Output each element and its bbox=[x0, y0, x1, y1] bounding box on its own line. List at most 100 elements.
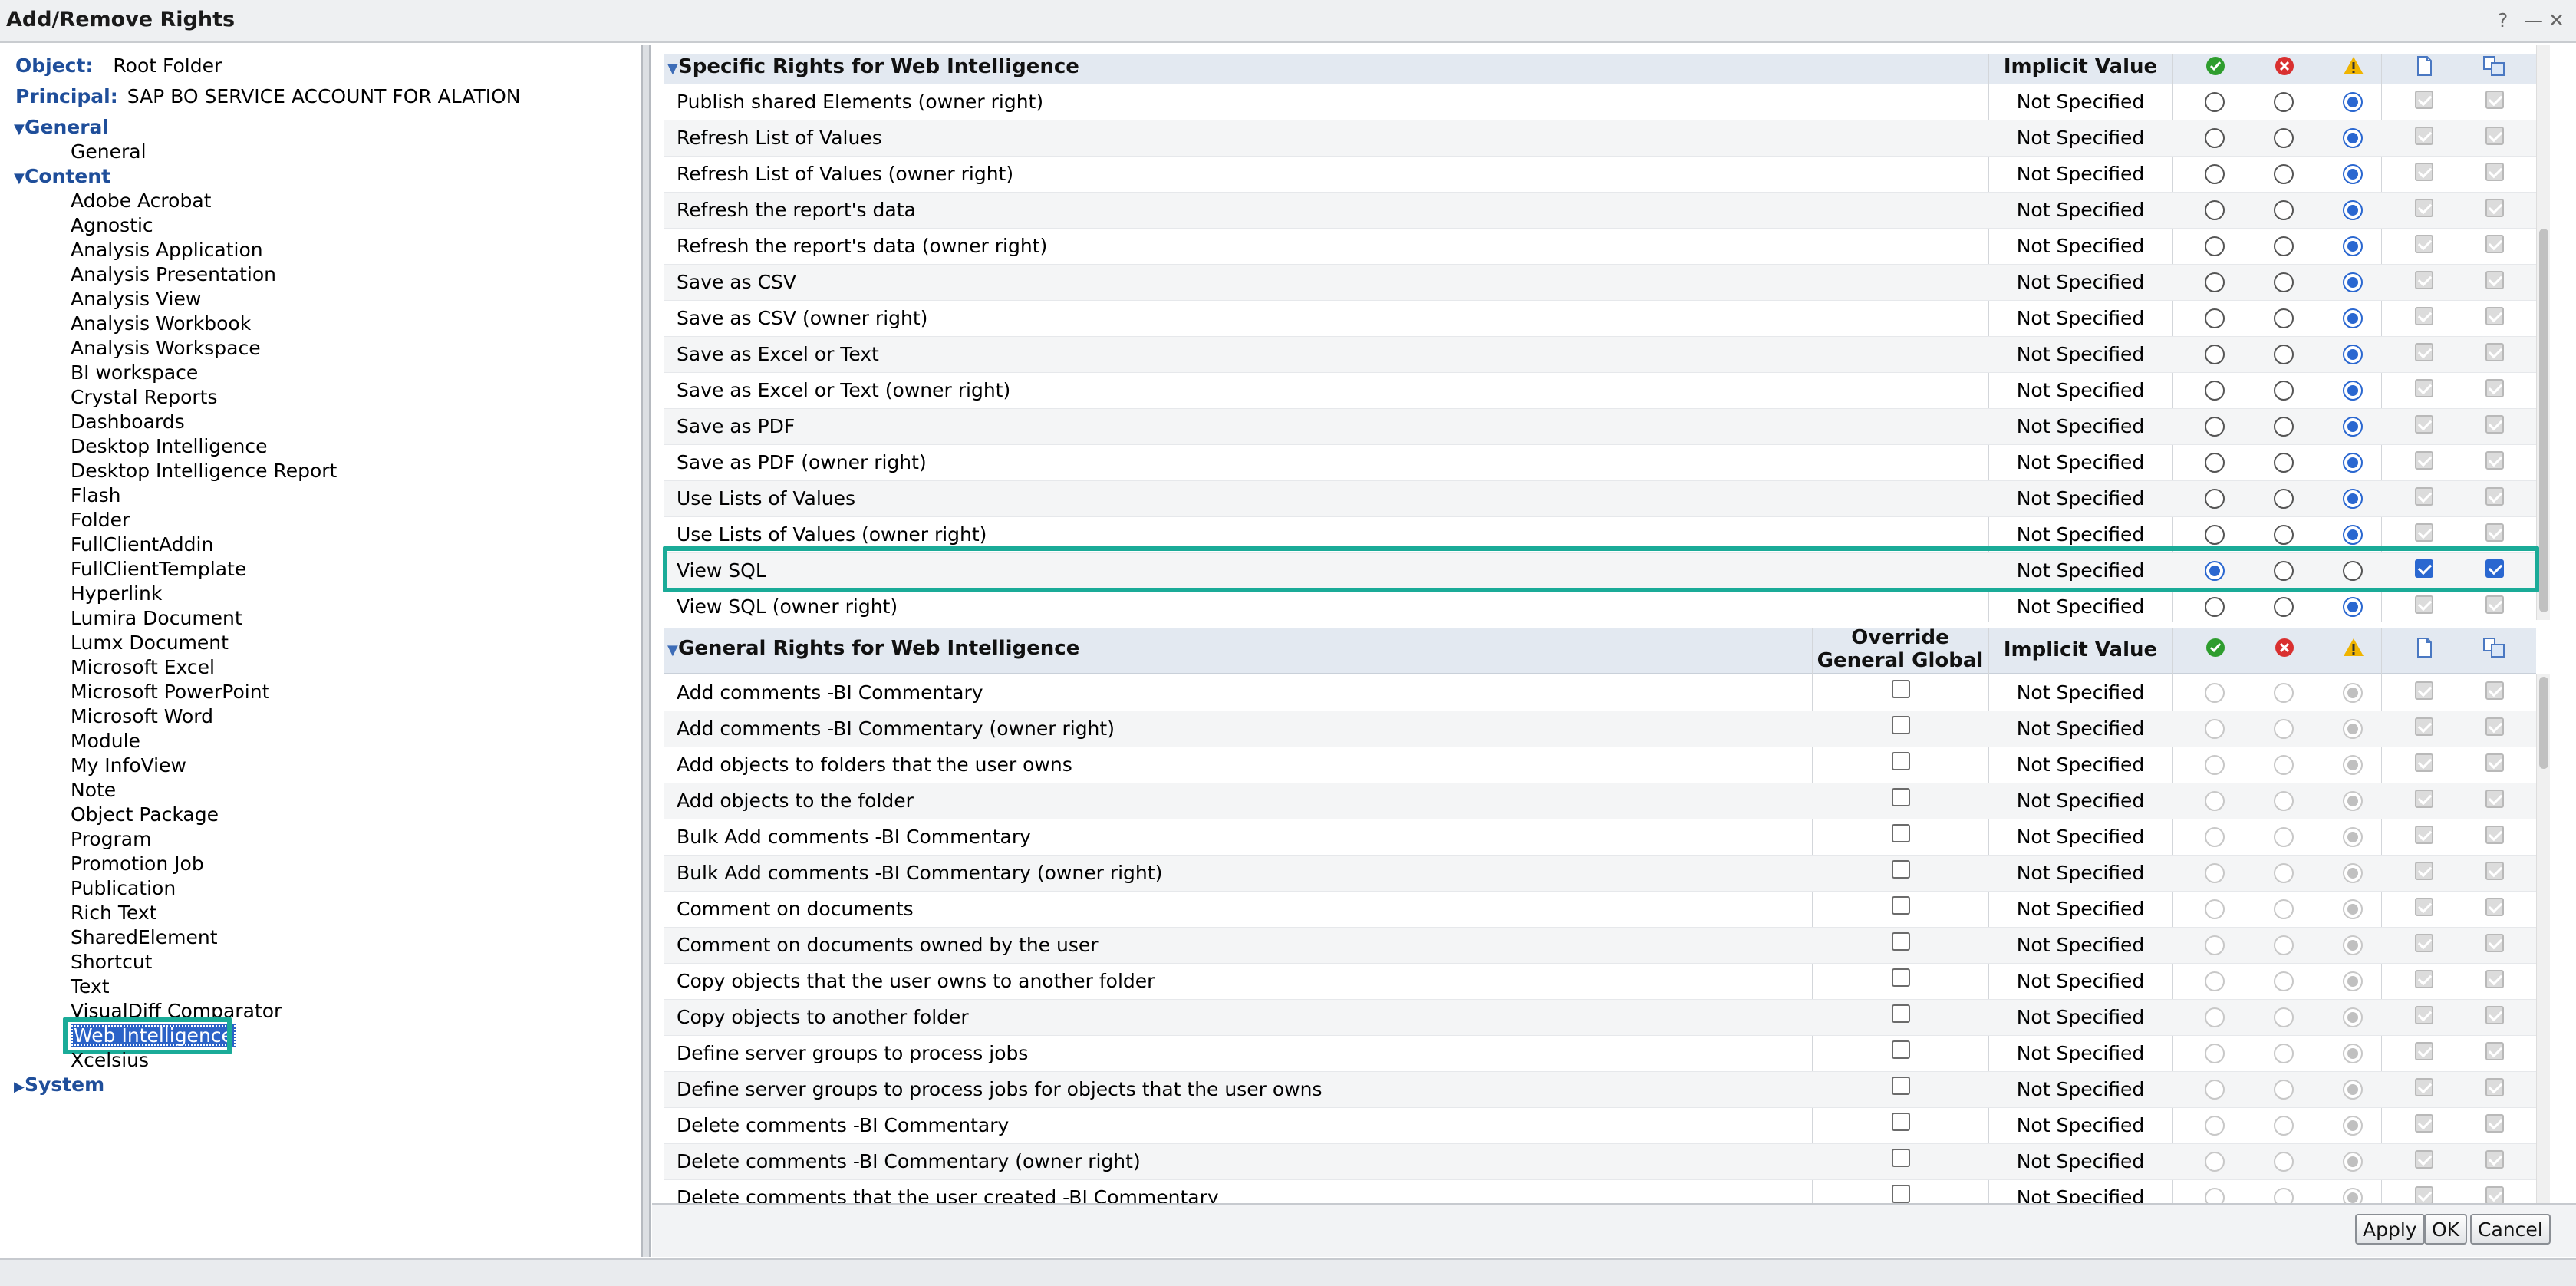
not-specified-radio[interactable] bbox=[2343, 345, 2363, 364]
granted-radio[interactable] bbox=[2205, 381, 2225, 401]
tree-item[interactable]: Xcelsius bbox=[71, 1048, 149, 1073]
tree-item[interactable]: Dashboards bbox=[71, 410, 185, 434]
override-general-checkbox[interactable] bbox=[1892, 680, 1910, 698]
pane-splitter[interactable] bbox=[641, 45, 651, 1257]
denied-radio[interactable] bbox=[2274, 489, 2294, 509]
granted-radio[interactable] bbox=[2205, 489, 2225, 509]
not-specified-radio[interactable] bbox=[2343, 417, 2363, 437]
granted-radio[interactable] bbox=[2205, 417, 2225, 437]
cancel-button[interactable]: Cancel bbox=[2470, 1214, 2551, 1245]
not-specified-radio[interactable] bbox=[2343, 489, 2363, 509]
override-general-checkbox[interactable] bbox=[1892, 824, 1910, 842]
denied-radio[interactable] bbox=[2274, 272, 2294, 292]
tree-item[interactable]: SharedElement bbox=[71, 925, 218, 950]
tree-node-system[interactable]: ▶System bbox=[14, 1073, 104, 1100]
tree-node-content[interactable]: ▼Content bbox=[14, 164, 110, 191]
tree-item[interactable]: Lumira Document bbox=[71, 606, 242, 631]
tree-item[interactable]: Analysis View bbox=[71, 287, 201, 312]
tree-item[interactable]: My InfoView bbox=[71, 753, 186, 778]
tree-item[interactable]: Crystal Reports bbox=[71, 385, 217, 410]
minimize-icon[interactable]: — bbox=[2524, 9, 2543, 31]
denied-radio[interactable] bbox=[2274, 164, 2294, 184]
not-specified-radio[interactable] bbox=[2343, 236, 2363, 256]
denied-radio[interactable] bbox=[2274, 597, 2294, 617]
tree-item[interactable]: BI workspace bbox=[71, 361, 198, 385]
override-general-checkbox[interactable] bbox=[1892, 1113, 1910, 1131]
tree-item[interactable]: Desktop Intelligence bbox=[71, 434, 268, 459]
tree-item[interactable]: Object Package bbox=[71, 803, 219, 827]
denied-radio[interactable] bbox=[2274, 200, 2294, 220]
tree-item[interactable]: FullClientTemplate bbox=[71, 557, 246, 582]
not-specified-radio[interactable] bbox=[2343, 200, 2363, 220]
tree-item[interactable]: Publication bbox=[71, 876, 176, 901]
tree-item[interactable]: Flash bbox=[71, 483, 121, 508]
tree-item[interactable]: Program bbox=[71, 827, 151, 852]
override-general-checkbox[interactable] bbox=[1892, 1185, 1910, 1203]
granted-radio[interactable] bbox=[2205, 597, 2225, 617]
override-general-checkbox[interactable] bbox=[1892, 896, 1910, 915]
not-specified-radio[interactable] bbox=[2343, 308, 2363, 328]
granted-radio[interactable] bbox=[2205, 200, 2225, 220]
granted-radio[interactable] bbox=[2205, 272, 2225, 292]
not-specified-radio[interactable] bbox=[2343, 597, 2363, 617]
tree-item[interactable]: Adobe Acrobat bbox=[71, 189, 211, 213]
denied-radio[interactable] bbox=[2274, 417, 2294, 437]
granted-radio[interactable] bbox=[2205, 308, 2225, 328]
tree-item[interactable]: Module bbox=[71, 729, 140, 753]
tree-item[interactable]: Hyperlink bbox=[71, 582, 162, 606]
tree-item[interactable]: Rich Text bbox=[71, 901, 156, 925]
override-general-checkbox[interactable] bbox=[1892, 716, 1910, 734]
not-specified-radio[interactable] bbox=[2343, 272, 2363, 292]
tree-item[interactable]: Microsoft PowerPoint bbox=[71, 680, 269, 704]
not-specified-radio[interactable] bbox=[2343, 525, 2363, 545]
tree-item[interactable]: Folder bbox=[71, 508, 130, 533]
override-general-checkbox[interactable] bbox=[1892, 968, 1910, 987]
not-specified-radio[interactable] bbox=[2343, 164, 2363, 184]
general-rights-header[interactable]: ▼General Rights for Web Intelligence bbox=[664, 628, 2536, 674]
override-general-checkbox[interactable] bbox=[1892, 1004, 1910, 1023]
apply-button[interactable]: Apply bbox=[2355, 1214, 2425, 1245]
tree-item[interactable]: Analysis Application bbox=[71, 238, 263, 262]
not-specified-radio[interactable] bbox=[2343, 453, 2363, 473]
granted-radio[interactable] bbox=[2205, 236, 2225, 256]
tree-item[interactable]: Promotion Job bbox=[71, 852, 204, 876]
tree-item[interactable]: Lumx Document bbox=[71, 631, 229, 655]
collapse-arrow-icon[interactable]: ▼ bbox=[667, 61, 678, 77]
not-specified-radio[interactable] bbox=[2343, 128, 2363, 148]
granted-radio[interactable] bbox=[2205, 345, 2225, 364]
expand-arrow-icon[interactable]: ▼ bbox=[14, 117, 25, 142]
denied-radio[interactable] bbox=[2274, 345, 2294, 364]
tree-item[interactable]: Text bbox=[71, 974, 110, 999]
collapse-arrow-icon[interactable]: ▼ bbox=[667, 642, 678, 658]
help-icon[interactable]: ? bbox=[2498, 9, 2508, 31]
not-specified-radio[interactable] bbox=[2343, 381, 2363, 401]
tree-item[interactable]: Analysis Workspace bbox=[71, 336, 261, 361]
tree-item[interactable]: Analysis Workbook bbox=[71, 312, 251, 336]
tree-item[interactable]: Analysis Presentation bbox=[71, 262, 276, 287]
granted-radio[interactable] bbox=[2205, 525, 2225, 545]
denied-radio[interactable] bbox=[2274, 92, 2294, 112]
specific-rights-header[interactable]: ▼Specific Rights for Web Intelligence bbox=[664, 54, 2536, 84]
override-general-checkbox[interactable] bbox=[1892, 1149, 1910, 1167]
granted-radio[interactable] bbox=[2205, 92, 2225, 112]
denied-radio[interactable] bbox=[2274, 381, 2294, 401]
tree-item[interactable]: Desktop Intelligence Report bbox=[71, 459, 337, 483]
tree-item[interactable]: General bbox=[71, 140, 147, 164]
close-icon[interactable]: ✕ bbox=[2548, 9, 2564, 31]
granted-radio[interactable] bbox=[2205, 164, 2225, 184]
tree-item[interactable]: Shortcut bbox=[71, 950, 152, 974]
override-general-checkbox[interactable] bbox=[1892, 932, 1910, 951]
denied-radio[interactable] bbox=[2274, 128, 2294, 148]
denied-radio[interactable] bbox=[2274, 453, 2294, 473]
specific-scroll-thumb[interactable] bbox=[2539, 229, 2548, 612]
tree-item[interactable]: Note bbox=[71, 778, 116, 803]
expand-arrow-icon[interactable]: ▶ bbox=[14, 1075, 25, 1100]
override-general-checkbox[interactable] bbox=[1892, 860, 1910, 879]
ok-button[interactable]: OK bbox=[2424, 1214, 2468, 1245]
granted-radio[interactable] bbox=[2205, 453, 2225, 473]
general-scroll-thumb[interactable] bbox=[2539, 677, 2548, 769]
tree-item[interactable]: Microsoft Excel bbox=[71, 655, 215, 680]
override-general-checkbox[interactable] bbox=[1892, 788, 1910, 806]
granted-radio[interactable] bbox=[2205, 128, 2225, 148]
specific-scrollbar[interactable] bbox=[2536, 45, 2550, 620]
